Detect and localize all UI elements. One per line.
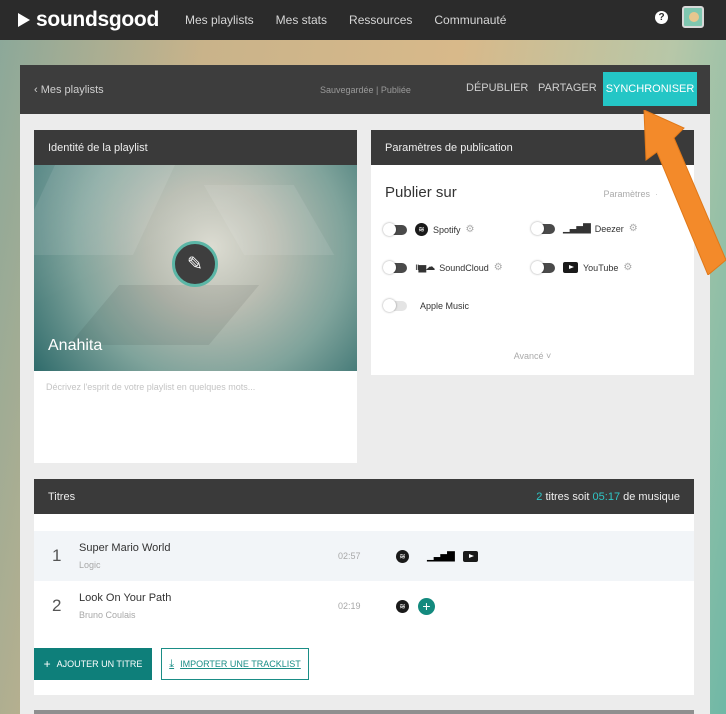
spotify-icon: ≋ — [396, 599, 409, 613]
play-logo-icon — [18, 13, 30, 27]
cover-facet — [68, 285, 260, 345]
nav-item-mes-stats[interactable]: Mes stats — [276, 13, 327, 27]
playlist-cover-image: ✎ Anahita — [34, 165, 357, 371]
youtube-toggle[interactable] — [531, 260, 555, 274]
add-platform-icon[interactable]: + — [418, 597, 435, 615]
deezer-toggle[interactable] — [531, 221, 555, 235]
back-to-playlists-link[interactable]: ‹ Mes playlists — [34, 84, 104, 96]
gear-icon[interactable]: ⚙ — [466, 224, 475, 235]
publish-on-heading: Publier sur — [385, 184, 457, 201]
track-artist: Bruno Coulais — [79, 610, 136, 620]
tracks-total-duration: 05:17 — [592, 490, 621, 503]
soundsgood-logo[interactable]: soundsgood — [18, 8, 159, 32]
share-button[interactable]: PARTAGER — [538, 82, 597, 94]
pencil-icon: ✎ — [187, 253, 203, 275]
track-artist: Logic — [79, 560, 101, 570]
annotation-arrow-shape — [643, 110, 726, 275]
youtube-icon — [563, 262, 578, 273]
save-status: Sauvegardée | Publiée — [320, 84, 411, 95]
service-label-spotify: Spotify — [433, 224, 461, 235]
add-track-button[interactable]: + AJOUTER UN TITRE — [34, 648, 152, 680]
track-duration: 02:57 — [338, 551, 361, 561]
tracks-title: Titres — [48, 490, 76, 503]
gear-icon[interactable]: ⚙ — [494, 262, 503, 273]
top-navigation-bar: soundsgood Mes playlists Mes stats Resso… — [0, 0, 726, 40]
youtube-icon — [462, 550, 478, 562]
service-label-youtube: YouTube — [583, 262, 619, 273]
spotify-icon: ≋ — [396, 549, 409, 563]
logo-text: soundsgood — [36, 8, 159, 31]
cover-facet — [34, 165, 175, 255]
nav-item-mes-playlists[interactable]: Mes playlists — [185, 13, 254, 27]
playlist-description-field[interactable]: Décrivez l'esprit de votre playlist en q… — [34, 371, 357, 403]
service-soundcloud: ıı▅☁ SoundCloud ⚙ — [383, 260, 503, 274]
track-title: Super Mario World — [79, 542, 171, 554]
nav-item-ressources[interactable]: Ressources — [349, 13, 412, 27]
import-tracklist-label: IMPORTER UNE TRACKLIST — [180, 659, 301, 669]
track-title: Look On Your Path — [79, 592, 172, 604]
panel-header: ‹ Mes playlists Sauvegardée | Publiée DÉ… — [20, 65, 710, 114]
track-platforms: ≋ ▁▃▅▇ — [396, 549, 487, 563]
identity-card-title: Identité de la playlist — [34, 130, 357, 165]
next-section-edge — [34, 710, 694, 714]
spotify-icon: ≋ — [415, 223, 428, 236]
track-duration: 02:19 — [338, 601, 361, 611]
playlist-identity-card: Identité de la playlist ✎ Anahita Décriv… — [34, 130, 357, 463]
service-apple-music: Apple Music — [383, 299, 470, 312]
main-nav: Mes playlists Mes stats Ressources Commu… — [185, 13, 528, 27]
synchronize-button[interactable]: SYNCHRONISER — [603, 72, 697, 106]
track-index: 2 — [52, 596, 62, 615]
tracks-summary-text: titres soit — [542, 490, 593, 503]
track-index: 1 — [52, 546, 62, 565]
annotation-arrow — [643, 110, 726, 275]
service-spotify: ≋ Spotify ⚙ — [383, 222, 475, 236]
cover-facet — [203, 185, 335, 255]
service-youtube: YouTube ⚙ — [531, 260, 632, 274]
spotify-toggle[interactable] — [383, 222, 407, 236]
download-icon: ⤓ — [169, 657, 175, 670]
track-platforms: ≋ + — [396, 597, 444, 615]
advanced-settings-toggle[interactable]: Avancé ˅ — [371, 351, 694, 361]
table-row[interactable]: 1 Super Mario World Logic 02:57 ≋ ▁▃▅▇ — [34, 531, 694, 581]
deezer-icon: ▁▃▅▇ — [427, 550, 455, 562]
soundcloud-toggle[interactable] — [383, 260, 407, 274]
add-track-label: AJOUTER UN TITRE — [56, 659, 143, 669]
edit-cover-button[interactable]: ✎ — [172, 241, 218, 287]
service-label-soundcloud: SoundCloud — [439, 262, 489, 273]
tracks-summary: 2 titres soit 05:17 de musique — [536, 491, 680, 503]
table-row[interactable]: 2 Look On Your Path Bruno Coulais 02:19 … — [34, 581, 694, 631]
unpublish-button[interactable]: DÉPUBLIER — [466, 82, 528, 94]
tracks-header: Titres 2 titres soit 05:17 de musique — [34, 479, 694, 514]
avatar[interactable] — [682, 6, 704, 28]
import-tracklist-button[interactable]: ⤓ IMPORTER UNE TRACKLIST — [161, 648, 309, 680]
nav-item-communaute[interactable]: Communauté — [434, 13, 506, 27]
playlist-name[interactable]: Anahita — [48, 337, 102, 355]
soundcloud-icon: ıı▅☁ — [415, 262, 435, 273]
apple-music-toggle[interactable] — [383, 299, 407, 312]
service-label-apple-music: Apple Music — [420, 301, 470, 311]
service-deezer: ▁▃▅▇ Deezer ⚙ — [531, 221, 638, 235]
service-label-deezer: Deezer — [594, 223, 624, 234]
deezer-icon: ▁▃▅▇ — [563, 223, 591, 234]
gear-icon[interactable]: ⚙ — [623, 262, 632, 273]
tracks-summary-suffix: de musique — [620, 490, 680, 503]
playlist-editor-panel: ‹ Mes playlists Sauvegardée | Publiée DÉ… — [20, 65, 710, 714]
plus-icon: + — [43, 657, 51, 671]
top-right-actions: ? — [655, 6, 704, 28]
help-icon[interactable]: ? — [655, 10, 668, 24]
